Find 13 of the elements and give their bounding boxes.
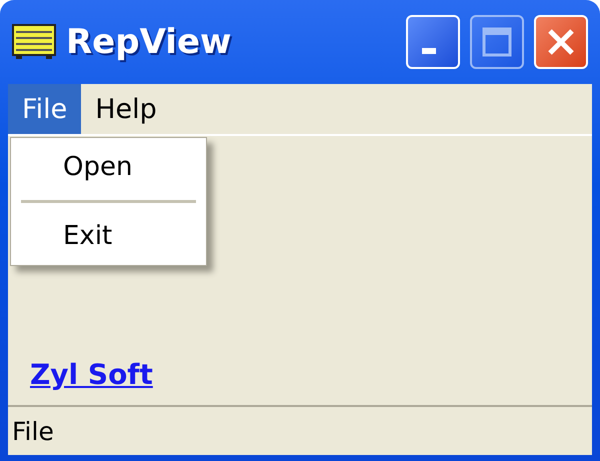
- dropdown-item[interactable]: Exit: [11, 213, 206, 259]
- status-text: File: [12, 416, 54, 446]
- close-icon: [546, 27, 576, 57]
- minimize-button[interactable]: [406, 15, 460, 69]
- menu-item[interactable]: File: [8, 84, 82, 134]
- maximize-icon: [482, 27, 512, 57]
- minimize-icon: [422, 48, 436, 54]
- window-title: RepView: [66, 22, 232, 62]
- close-button[interactable]: [534, 15, 588, 69]
- dropdown-item[interactable]: Open: [11, 144, 206, 190]
- menu-item[interactable]: Help: [81, 84, 171, 134]
- app-icon: [12, 24, 56, 60]
- website-link[interactable]: Zyl Soft: [30, 358, 153, 391]
